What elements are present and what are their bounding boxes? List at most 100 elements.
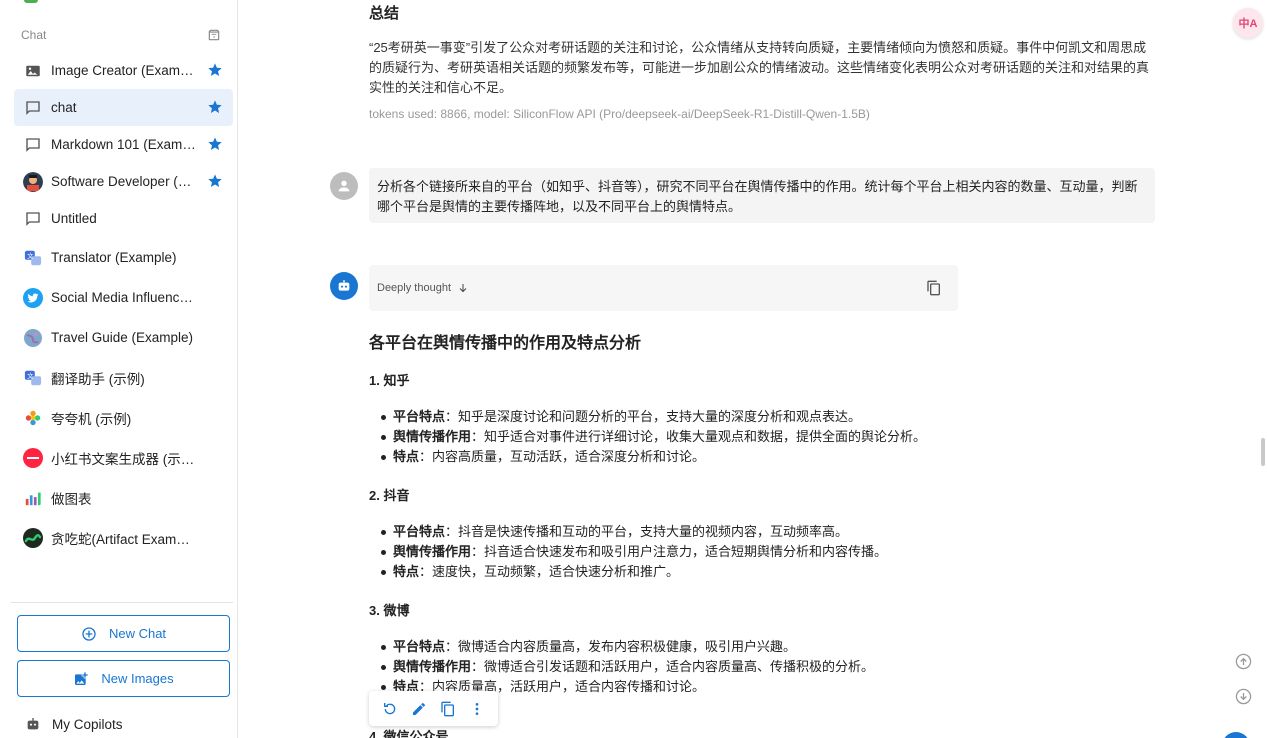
chat-item-label: Social Media Influencer (Example) xyxy=(51,290,197,305)
section-title: 2. 抖音 xyxy=(369,488,410,503)
translate-badge-text: 中A xyxy=(1238,18,1258,30)
section-weibo: 3. 微博 平台特点：微博适合内容质量高，发布内容积极健康，吸引用户兴趣。 舆情… xyxy=(369,600,1169,697)
tokens-info: tokens used: 8866, model: SiliconFlow AP… xyxy=(369,107,870,121)
scroll-to-top-icon[interactable] xyxy=(1235,653,1252,670)
chat-item-translator[interactable]: 文 Translator (Example) xyxy=(14,239,233,276)
chat-item-label: Travel Guide (Example) xyxy=(51,330,194,345)
sidebar-top-edge xyxy=(24,0,38,3)
chat-item-markdown-101[interactable]: Markdown 101 (Example) xyxy=(14,126,233,163)
svg-text:文: 文 xyxy=(27,371,34,380)
copy-icon[interactable] xyxy=(926,280,942,296)
chat-bubble-icon xyxy=(23,98,43,118)
thought-label: Deeply thought xyxy=(377,282,451,294)
chat-section-label: Chat xyxy=(21,28,47,42)
star-icon[interactable] xyxy=(207,99,223,115)
chat-item-label: 夸夸机 (示例) xyxy=(51,411,132,427)
archive-icon[interactable] xyxy=(207,28,221,42)
section-zhihu: 1. 知乎 平台特点：知乎是深度讨论和问题分析的平台，支持大量的深度分析和观点表… xyxy=(369,370,1169,467)
my-copilots-link[interactable]: My Copilots xyxy=(23,714,123,734)
message-toolbar xyxy=(369,691,498,726)
chat-item-label: 小红书文案生成器 (示例) xyxy=(51,451,197,467)
chat-bubble-icon xyxy=(23,135,43,155)
chat-item-social-media-influencer[interactable]: Social Media Influencer (Example) xyxy=(14,279,233,316)
translator-icon: 文 xyxy=(23,248,43,268)
globe-icon xyxy=(23,328,43,348)
robot-icon xyxy=(23,714,43,734)
chat-item-make-chart[interactable]: 做图表 xyxy=(14,479,233,516)
list-item: 平台特点：抖音是快速传播和互动的平台，支持大量的视频内容，互动频率高。 xyxy=(381,522,1169,542)
xiaohongshu-logo-icon xyxy=(23,447,43,468)
chat-item-label: 翻译助手 (示例) xyxy=(51,371,145,387)
sidebar: Chat Image Creator (Example) chat Markdo… xyxy=(0,0,238,738)
section-title: 1. 知乎 xyxy=(369,373,410,388)
add-circle-icon xyxy=(81,626,97,642)
list-item: 平台特点：微博适合内容质量高，发布内容积极健康，吸引用户兴趣。 xyxy=(381,637,1169,657)
star-icon[interactable] xyxy=(207,173,223,189)
chat-item-untitled[interactable]: Untitled xyxy=(14,200,233,237)
user-message: 分析各个链接所来自的平台（如知乎、抖音等），研究不同平台在舆情传播中的作用。统计… xyxy=(369,168,1155,223)
chat-item-label: Software Developer (Example) xyxy=(51,174,197,189)
chat-item-xiaohongshu-copy-generator[interactable]: 小红书文案生成器 (示例) xyxy=(14,439,233,476)
bullet-list: 平台特点：抖音是快速传播和互动的平台，支持大量的视频内容，互动频率高。 舆情传播… xyxy=(369,522,1169,582)
assistant-avatar xyxy=(330,272,358,300)
list-item: 平台特点：知乎是深度讨论和问题分析的平台，支持大量的深度分析和观点表达。 xyxy=(381,407,1169,427)
svg-text:文: 文 xyxy=(27,251,34,260)
floating-action-button[interactable] xyxy=(1222,732,1250,738)
bullet-list: 平台特点：知乎是深度讨论和问题分析的平台，支持大量的深度分析和观点表达。 舆情传… xyxy=(369,407,1169,467)
chat-item-travel-guide[interactable]: Travel Guide (Example) xyxy=(14,319,233,356)
chat-list: Image Creator (Example) chat Markdown 10… xyxy=(14,52,233,556)
chart-icon xyxy=(23,488,43,508)
flower-icon xyxy=(23,408,43,428)
chat-item-label: Untitled xyxy=(51,211,97,226)
my-copilots-label: My Copilots xyxy=(52,716,123,732)
chat-bubble-icon xyxy=(23,209,43,229)
star-icon[interactable] xyxy=(207,62,223,78)
chat-item-snake-game[interactable]: 贪吃蛇(Artifact Example) xyxy=(14,519,233,556)
twitter-bird-icon xyxy=(23,287,43,308)
new-images-label: New Images xyxy=(101,671,174,686)
bullet-list: 平台特点：微博适合内容质量高，发布内容积极健康，吸引用户兴趣。 舆情传播作用：微… xyxy=(369,637,1169,697)
deep-thought-toggle[interactable]: Deeply thought xyxy=(369,265,958,311)
regenerate-icon[interactable] xyxy=(382,701,398,717)
list-item: 舆情传播作用：抖音适合快速发布和吸引用户注意力，适合短期舆情分析和内容传播。 xyxy=(381,542,1169,562)
list-item: 舆情传播作用：知乎适合对事件进行详细讨论，收集大量观点和数据，提供全面的舆论分析… xyxy=(381,427,1169,447)
new-chat-button[interactable]: New Chat xyxy=(17,615,230,652)
chat-item-praise-bot[interactable]: 夸夸机 (示例) xyxy=(14,399,233,436)
new-images-button[interactable]: New Images xyxy=(17,660,230,697)
user-avatar xyxy=(330,172,358,200)
list-item: 特点：速度快，互动频繁，适合快速分析和推广。 xyxy=(381,562,1169,582)
list-item: 舆情传播作用：微博适合引发话题和活跃用户，适合内容质量高、传播积极的分析。 xyxy=(381,657,1169,677)
add-photo-icon xyxy=(73,671,89,687)
chat-item-label: Translator (Example) xyxy=(51,250,177,265)
chat-item-translation-assistant[interactable]: 文 翻译助手 (示例) xyxy=(14,359,233,396)
translator-icon: 文 xyxy=(23,368,43,388)
more-vertical-icon[interactable] xyxy=(469,701,485,717)
conversation-pane: 总结 “25考研英一事变”引发了公众对考研话题的关注和讨论，公众情绪从支持转向质… xyxy=(239,0,1267,738)
section-douyin: 2. 抖音 平台特点：抖音是快速传播和互动的平台，支持大量的视频内容，互动频率高… xyxy=(369,485,1169,582)
new-chat-label: New Chat xyxy=(108,626,167,641)
snake-game-icon xyxy=(23,527,43,548)
chat-item-software-developer[interactable]: Software Developer (Example) xyxy=(14,163,233,200)
list-item: 特点：内容质量高，活跃用户，适合内容传播和讨论。 xyxy=(381,677,1169,697)
chat-item-label: Image Creator (Example) xyxy=(51,63,197,78)
chat-section-header: Chat xyxy=(21,27,221,43)
list-item: 特点：内容高质量，互动活跃，适合深度分析和讨论。 xyxy=(381,447,1169,467)
image-icon xyxy=(23,61,43,81)
summary-text: “25考研英一事变”引发了公众对考研话题的关注和讨论，公众情绪从支持转向质疑，主… xyxy=(369,40,1150,95)
section-title: 3. 微博 xyxy=(369,603,410,618)
chat-item-label: Markdown 101 (Example) xyxy=(51,137,197,152)
chat-item-label: 做图表 xyxy=(51,491,92,507)
edit-icon[interactable] xyxy=(411,701,427,717)
developer-avatar-icon xyxy=(23,171,43,192)
copy-icon[interactable] xyxy=(440,701,456,717)
translate-extension-icon[interactable]: 中A xyxy=(1233,8,1263,38)
sidebar-divider xyxy=(11,602,233,603)
chat-item-label: 贪吃蛇(Artifact Example) xyxy=(51,531,197,547)
chat-item-chat[interactable]: chat xyxy=(14,89,233,126)
star-icon[interactable] xyxy=(207,136,223,152)
chat-item-image-creator[interactable]: Image Creator (Example) xyxy=(14,52,233,89)
arrow-down-icon xyxy=(457,282,469,294)
summary-heading: 总结 xyxy=(369,5,400,20)
scrollbar-thumb[interactable] xyxy=(1261,438,1265,466)
scroll-to-bottom-icon[interactable] xyxy=(1235,688,1252,705)
